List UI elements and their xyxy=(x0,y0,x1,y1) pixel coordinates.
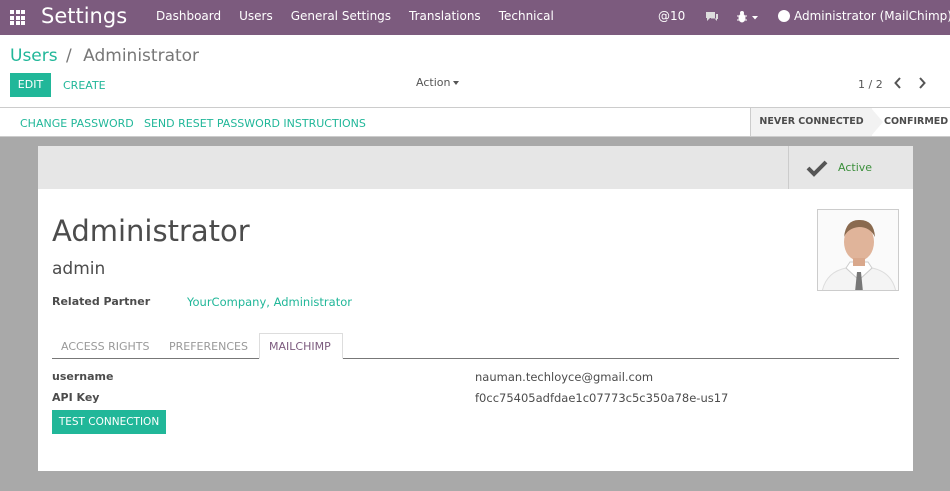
smart-button-box: Active xyxy=(38,146,913,189)
related-partner-label: Related Partner xyxy=(52,295,151,308)
action-dropdown-label: Action xyxy=(416,76,451,89)
check-icon xyxy=(806,160,828,177)
user-menu[interactable]: Administrator (MailChimp) xyxy=(778,9,950,23)
menu-item-dashboard[interactable]: Dashboard xyxy=(156,9,221,23)
apps-grid-icon[interactable] xyxy=(10,10,25,25)
status-confirmed[interactable]: CONFIRMED xyxy=(884,108,950,136)
breadcrumb-users-link[interactable]: Users xyxy=(10,46,58,66)
chevron-right-icon[interactable] xyxy=(917,76,927,90)
notebook-tabs: ACCESS RIGHTS PREFERENCES MAILCHIMP xyxy=(52,333,899,359)
messages-counter[interactable]: @10 xyxy=(658,9,685,23)
test-connection-button[interactable]: TEST CONNECTION xyxy=(52,410,166,434)
api-key-value: f0cc75405adfdae1c07773c5c350a78e-us17 xyxy=(475,391,729,405)
username-label: username xyxy=(52,370,114,383)
status-arrow xyxy=(871,108,883,136)
change-password-button[interactable]: CHANGE PASSWORD xyxy=(20,117,134,130)
user-photo[interactable] xyxy=(817,209,899,291)
menu-item-translations[interactable]: Translations xyxy=(409,9,481,23)
top-navbar: Settings Dashboard Users General Setting… xyxy=(0,0,950,35)
tab-preferences[interactable]: PREFERENCES xyxy=(169,340,248,353)
tab-access-rights[interactable]: ACCESS RIGHTS xyxy=(61,340,150,353)
user-name-title: Administrator xyxy=(52,214,250,248)
pager-counter: 1 / 2 xyxy=(858,78,883,91)
api-key-label: API Key xyxy=(52,391,100,404)
send-reset-password-button[interactable]: SEND RESET PASSWORD INSTRUCTIONS xyxy=(144,117,366,130)
menu-item-users[interactable]: Users xyxy=(239,9,273,23)
user-avatar xyxy=(778,10,790,22)
debug-bug-icon[interactable] xyxy=(736,10,760,24)
edit-button[interactable]: EDIT xyxy=(10,73,51,97)
status-never-connected[interactable]: NEVER CONNECTED xyxy=(750,108,872,136)
user-photo-image xyxy=(818,210,898,290)
user-login: admin xyxy=(52,259,106,279)
username-value: nauman.techloyce@gmail.com xyxy=(475,370,654,384)
active-toggle-button[interactable]: Active xyxy=(788,146,913,189)
chevron-left-icon[interactable] xyxy=(893,76,903,90)
user-menu-label: Administrator (MailChimp) xyxy=(794,9,950,23)
create-button[interactable]: CREATE xyxy=(63,79,106,92)
app-title: Settings xyxy=(41,4,128,28)
menu-item-technical[interactable]: Technical xyxy=(499,9,554,23)
breadcrumb: Users / Administrator xyxy=(10,46,199,66)
form-statusbar: CHANGE PASSWORD SEND RESET PASSWORD INST… xyxy=(0,107,950,137)
active-label: Active xyxy=(838,161,873,174)
menu-item-general-settings[interactable]: General Settings xyxy=(291,9,391,23)
form-sheet: Active Administrator admin Related Partn… xyxy=(38,146,913,471)
breadcrumb-separator: / xyxy=(66,46,72,66)
breadcrumb-current: Administrator xyxy=(83,46,200,66)
related-partner-link[interactable]: YourCompany, Administrator xyxy=(187,295,352,309)
main-menu: Dashboard Users General Settings Transla… xyxy=(156,9,572,23)
caret-down-icon xyxy=(453,81,460,85)
chat-icon[interactable] xyxy=(705,11,719,22)
action-dropdown[interactable]: Action xyxy=(416,76,460,89)
tab-mailchimp[interactable]: MAILCHIMP xyxy=(269,340,331,353)
